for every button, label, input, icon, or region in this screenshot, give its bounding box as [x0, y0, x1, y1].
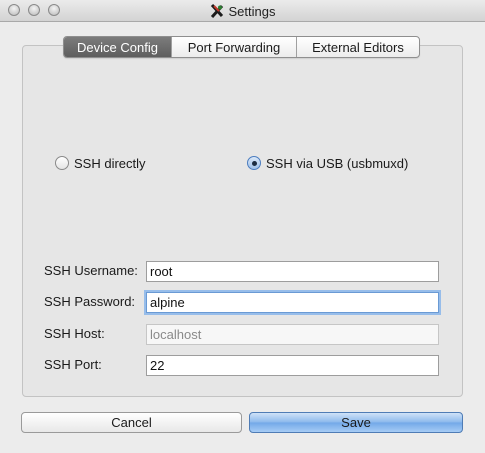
app-icon: [210, 3, 224, 19]
ssh-usb-label: SSH via USB (usbmuxd): [266, 155, 409, 171]
ssh-directly-label: SSH directly: [74, 155, 146, 171]
ssh-password-label: SSH Password:: [44, 294, 136, 309]
ssh-directly-option[interactable]: SSH directly: [55, 155, 146, 171]
cancel-button[interactable]: Cancel: [21, 412, 242, 433]
ssh-usb-radio[interactable]: [247, 156, 261, 170]
window-title: Settings: [228, 3, 276, 19]
ssh-username-label: SSH Username:: [44, 263, 138, 278]
save-button[interactable]: Save: [249, 412, 463, 433]
ssh-usb-option[interactable]: SSH via USB (usbmuxd): [247, 155, 408, 171]
ssh-port-field[interactable]: 22: [146, 355, 439, 376]
ssh-username-field[interactable]: root: [146, 261, 439, 282]
ssh-port-label: SSH Port:: [44, 357, 102, 372]
ssh-host-label: SSH Host:: [44, 326, 105, 341]
tab-external-editors[interactable]: External Editors: [296, 37, 419, 57]
tab-port-forwarding[interactable]: Port Forwarding: [171, 37, 296, 57]
tab-bar: Device Config Port Forwarding External E…: [63, 36, 420, 58]
window-title-group: Settings: [0, 0, 485, 22]
tab-device-config[interactable]: Device Config: [64, 37, 171, 57]
ssh-directly-radio[interactable]: [55, 156, 69, 170]
radio-selected-dot: [251, 160, 257, 166]
title-bar: Settings: [0, 0, 485, 22]
ssh-password-field[interactable]: alpine: [146, 292, 439, 313]
ssh-host-field: localhost: [146, 324, 439, 345]
